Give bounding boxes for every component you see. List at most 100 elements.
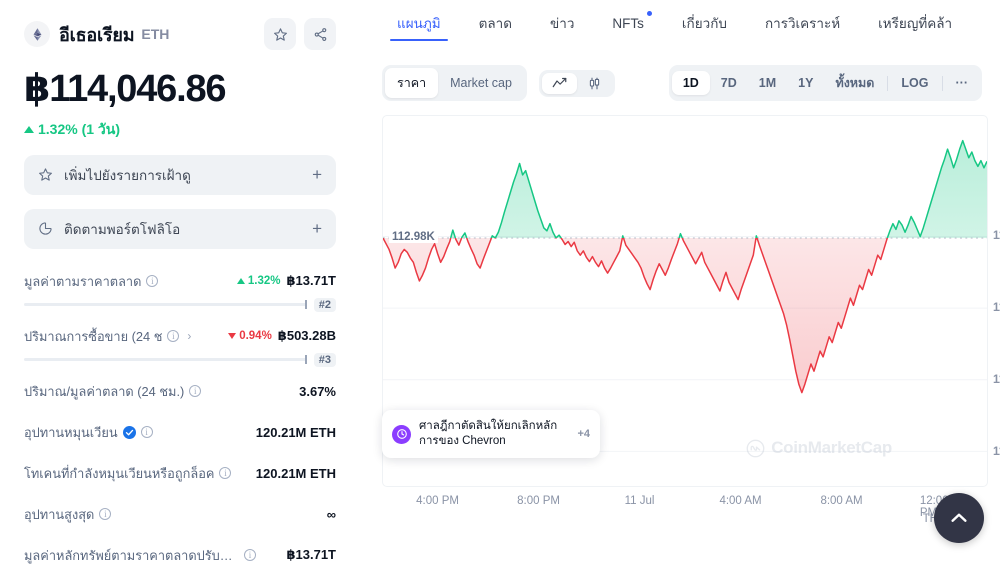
chart-x-axis: 4:00 PM 8:00 PM 11 Jul 4:00 AM 8:00 AM 12:00 … bbox=[382, 495, 988, 519]
page-root: อีเธอเรียม ETH ฿114,046.86 1.32% (1 วัน)… bbox=[0, 0, 1000, 567]
scroll-to-top-button[interactable] bbox=[934, 493, 984, 543]
range-option-ทั้งหมด[interactable]: ทั้งหมด bbox=[824, 68, 885, 98]
stat-change: 0.94% bbox=[228, 330, 272, 342]
chevron-up-icon bbox=[951, 513, 967, 522]
tab-0[interactable]: แผนภูมิ bbox=[378, 0, 460, 47]
metric-option-1[interactable]: Market cap bbox=[438, 71, 524, 95]
tab-label: ตลาด bbox=[478, 16, 513, 31]
stat-label: อุปทานหมุนเวียน i bbox=[24, 422, 153, 443]
chart-y-axis: 113.00K 112.00K 111.00K 110.00K bbox=[987, 116, 1000, 486]
coin-symbol: ETH bbox=[141, 26, 170, 42]
progress-bar bbox=[24, 355, 307, 365]
y-axis-tick: 111.00K bbox=[993, 374, 1000, 387]
tab-4[interactable]: เกี่ยวกับ bbox=[663, 0, 746, 47]
notification-dot-icon bbox=[646, 11, 652, 16]
progress-bar bbox=[24, 300, 307, 310]
time-range-group: 1D 7D 1M 1Y ทั้งหมด LOG ··· bbox=[668, 65, 982, 101]
stat-fully-diluted-valuation: มูลค่าหลักทรัพย์ตามราคาตลาดปรับลดอย่า i … bbox=[24, 545, 336, 566]
stat-max-supply: อุปทานสูงสุด i ∞ bbox=[24, 504, 336, 525]
x-axis-tick: 4:00 AM bbox=[719, 495, 762, 507]
stat-label: ปริมาณการซื้อขาย (24 ช i › bbox=[24, 328, 192, 344]
clock-icon bbox=[392, 424, 411, 444]
tab-label: แผนภูมิ bbox=[397, 16, 441, 31]
info-icon[interactable]: i bbox=[167, 330, 180, 343]
coin-name: อีเธอเรียม bbox=[59, 24, 135, 45]
plus-icon[interactable]: + bbox=[312, 219, 322, 239]
stat-label: ปริมาณ/มูลค่าตลาด (24 ชม.) i bbox=[24, 381, 202, 402]
chart-type-toggle-group bbox=[538, 69, 615, 97]
range-option-1M[interactable]: 1M bbox=[748, 71, 787, 95]
stat-label: มูลค่าตามราคาตลาด i bbox=[24, 271, 159, 292]
tab-1[interactable]: ตลาด bbox=[460, 0, 531, 47]
range-option-1Y[interactable]: 1Y bbox=[787, 71, 824, 95]
stat-value: 1.32% ฿13.71T bbox=[236, 273, 336, 289]
x-axis-tick: 11 Jul bbox=[624, 495, 655, 507]
news-more-count[interactable]: +4 bbox=[577, 428, 590, 440]
pie-chart-icon bbox=[39, 222, 52, 236]
range-option-1D[interactable]: 1D bbox=[671, 71, 710, 95]
rank-badge: #2 bbox=[313, 297, 336, 312]
line-chart-icon[interactable] bbox=[541, 72, 577, 94]
stat-market-cap: มูลค่าตามราคาตลาด i 1.32% ฿13.71T bbox=[24, 271, 336, 292]
stat-label: มูลค่าหลักทรัพย์ตามราคาตลาดปรับลดอย่า i bbox=[24, 545, 256, 566]
stat-volume-marketcap-ratio: ปริมาณ/มูลค่าตลาด (24 ชม.) i 3.67% bbox=[24, 381, 336, 402]
ethereum-icon bbox=[24, 21, 50, 47]
stat-value: 3.67% bbox=[299, 383, 336, 399]
tab-label: เหรียญที่คล้า bbox=[878, 16, 953, 31]
tab-label: ข่าว bbox=[550, 16, 575, 31]
star-icon[interactable] bbox=[264, 18, 296, 50]
rank-badge: #3 bbox=[313, 352, 336, 367]
tab-5[interactable]: การวิเคราะห์ bbox=[746, 0, 859, 47]
x-axis-tick: 4:00 PM bbox=[416, 495, 459, 507]
y-axis-tick: 112.00K bbox=[993, 302, 1000, 315]
watchlist-label: เพิ่มไปยังรายการเฝ้าดู bbox=[64, 167, 191, 183]
info-icon[interactable]: i bbox=[219, 467, 232, 480]
stat-value: 120.21M ETH bbox=[255, 424, 336, 440]
price-change-value: 1.32% (1 วัน) bbox=[38, 120, 121, 137]
candlestick-icon[interactable] bbox=[577, 73, 612, 94]
stat-label: อุปทานสูงสุด i bbox=[24, 504, 112, 525]
share-icon[interactable] bbox=[304, 18, 336, 50]
star-icon bbox=[39, 168, 52, 182]
range-option-7D[interactable]: 7D bbox=[710, 71, 748, 95]
info-icon[interactable]: i bbox=[189, 385, 202, 398]
news-annotation-popup[interactable]: ศาลฎีกาตัดสินให้ยกเลิกหลักการของ Chevron… bbox=[382, 410, 600, 459]
plus-icon[interactable]: + bbox=[312, 165, 322, 185]
chevron-right-icon[interactable]: › bbox=[187, 329, 191, 343]
log-scale-toggle[interactable]: LOG bbox=[890, 71, 939, 95]
market-cap-rank-bar: #2 bbox=[24, 297, 336, 312]
track-portfolio-button[interactable]: ติดตามพอร์ตโฟลิโอ + bbox=[24, 208, 336, 249]
stat-locked-supply: โทเคนที่กำลังหมุนเวียนหรือถูกล็อค i 120.… bbox=[24, 463, 336, 484]
volume-rank-bar: #3 bbox=[24, 352, 336, 367]
info-icon[interactable]: i bbox=[244, 549, 256, 562]
y-axis-tick: 110.00K bbox=[993, 446, 1000, 459]
tab-6[interactable]: เหรียญที่คล้า bbox=[859, 0, 971, 47]
stat-change: 1.32% bbox=[236, 275, 280, 287]
x-axis-tick: 8:00 PM bbox=[517, 495, 560, 507]
coin-header: อีเธอเรียม ETH bbox=[24, 14, 336, 54]
tab-label: NFTs bbox=[612, 16, 644, 31]
coin-statistics: มูลค่าตามราคาตลาด i 1.32% ฿13.71T #2 ปริ… bbox=[24, 271, 336, 566]
stat-volume-24h: ปริมาณการซื้อขาย (24 ช i › 0.94% ฿503.28… bbox=[24, 326, 336, 347]
coin-sidebar: อีเธอเรียม ETH ฿114,046.86 1.32% (1 วัน)… bbox=[0, 0, 360, 567]
verified-badge-icon bbox=[122, 425, 136, 439]
baseline-price-label: 112.98K bbox=[389, 230, 438, 243]
more-options-icon[interactable]: ··· bbox=[945, 71, 980, 95]
stat-value: ∞ bbox=[326, 506, 336, 522]
metric-option-0[interactable]: ราคา bbox=[385, 68, 439, 98]
add-to-watchlist-button[interactable]: เพิ่มไปยังรายการเฝ้าดู + bbox=[24, 154, 336, 195]
portfolio-label: ติดตามพอร์ตโฟลิโอ bbox=[64, 221, 181, 237]
stat-label: โทเคนที่กำลังหมุนเวียนหรือถูกล็อค i bbox=[24, 463, 232, 484]
triangle-up-icon bbox=[236, 278, 245, 285]
triangle-down-icon bbox=[228, 333, 237, 340]
info-icon[interactable]: i bbox=[99, 508, 112, 521]
info-icon[interactable]: i bbox=[146, 275, 159, 288]
coin-tabs: แผนภูมิ ตลาด ข่าว NFTs เกี่ยวกับ การวิเคราะห์… bbox=[360, 0, 1000, 47]
tab-label: เกี่ยวกับ bbox=[681, 16, 727, 31]
divider bbox=[887, 75, 889, 91]
tab-2[interactable]: ข่าว bbox=[531, 0, 593, 47]
stat-value: 0.94% ฿503.28B bbox=[228, 328, 336, 344]
chart-toolbar: ราคา Market cap 1D 7D 1M 1Y ทั้งหมด LOG ··· bbox=[360, 47, 1000, 101]
tab-3[interactable]: NFTs bbox=[593, 0, 663, 47]
info-icon[interactable]: i bbox=[140, 426, 153, 439]
